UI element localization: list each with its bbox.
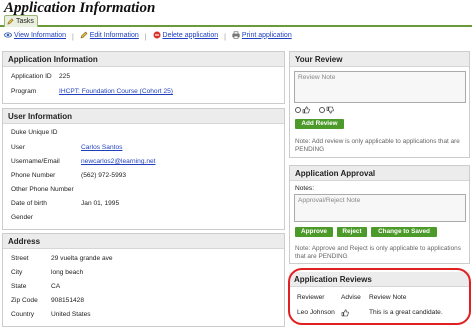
tab-label: Tasks: [16, 18, 34, 25]
thumbs-up-radio[interactable]: [295, 107, 301, 113]
advise-radio-group: [295, 106, 345, 115]
zip-value: 908151428: [51, 297, 85, 304]
approval-note: Note: Approve and Reject is only applica…: [295, 245, 461, 260]
application-information-panel: Application Information Application ID 2…: [2, 51, 285, 104]
add-review-button[interactable]: Add Review: [295, 119, 344, 129]
approve-button[interactable]: Approve: [295, 227, 333, 237]
separator: |: [144, 34, 147, 41]
application-id-label: Application ID: [11, 73, 52, 80]
add-review-note: Note: Add review is only applicable to a…: [295, 138, 460, 153]
view-information-link[interactable]: View Information: [4, 31, 66, 39]
country-label: Country: [11, 311, 35, 318]
your-review-panel: Your Review Review Note Add Review Note:…: [289, 51, 470, 158]
city-label: City: [11, 269, 23, 276]
action-bar: View Information | Edit Information | De…: [4, 31, 296, 41]
reviewer-name: Leo Johnson: [297, 309, 335, 316]
city-value: long beach: [51, 269, 84, 276]
review-note-value: This is a great candidate.: [369, 309, 443, 316]
program-label: Program: [11, 88, 37, 95]
change-to-saved-button[interactable]: Change to Saved: [371, 227, 437, 237]
separator: |: [71, 34, 74, 41]
dob-label: Date of birth: [11, 200, 47, 207]
other-phone-label: Other Phone Number: [11, 186, 74, 193]
reviewer-column-header: Reviewer: [297, 294, 325, 301]
delete-icon: [153, 31, 161, 39]
email-label: Username/Email: [11, 158, 60, 165]
eye-icon: [4, 32, 12, 38]
thumbs-up-icon: [302, 106, 310, 114]
country-value: United States: [51, 311, 91, 318]
user-link[interactable]: Carlos Santos: [81, 144, 122, 151]
duke-id-label: Duke Unique ID: [11, 129, 58, 136]
street-label: Street: [11, 255, 29, 262]
state-value: CA: [51, 283, 61, 290]
panel-heading: User Information: [3, 109, 284, 124]
panel-heading: Address: [3, 234, 284, 249]
phone-label: Phone Number: [11, 172, 56, 179]
panel-heading: Application Approval: [290, 166, 469, 181]
advise-column-header: Advise: [341, 294, 361, 301]
reject-button[interactable]: Reject: [337, 227, 367, 237]
application-id-value: 225: [59, 73, 71, 80]
application-approval-panel: Application Approval Notes: Approval/Rej…: [289, 165, 470, 264]
notes-label: Notes:: [295, 185, 315, 192]
pencil-icon: [7, 18, 14, 25]
dob-value: Jan 01, 1995: [81, 200, 120, 207]
zip-label: Zip Code: [11, 297, 38, 304]
pencil-icon: [80, 31, 88, 39]
user-label: User: [11, 144, 25, 151]
address-panel: Address Street 29 vuelta grande ave City…: [2, 233, 285, 327]
email-link[interactable]: newcarlos2@learning.net: [81, 158, 156, 165]
printer-icon: [232, 31, 240, 39]
panel-heading: Application Information: [3, 52, 284, 67]
separator: |: [224, 34, 226, 41]
street-value: 29 vuelta grande ave: [51, 255, 113, 262]
tab-tasks[interactable]: Tasks: [4, 15, 38, 27]
gender-label: Gender: [11, 214, 33, 221]
panel-heading: Your Review: [290, 52, 469, 67]
thumbs-up-icon: [341, 309, 349, 317]
review-note-textarea[interactable]: Review Note: [294, 71, 466, 103]
tab-bar: Tasks: [0, 15, 472, 27]
program-link[interactable]: IHCPT: Foundation Course (Cohort 25): [59, 88, 173, 95]
user-information-panel: User Information Duke Unique ID User Car…: [2, 108, 285, 230]
review-note-column-header: Review Note: [369, 294, 407, 301]
approval-note-textarea[interactable]: Approval/Reject Note: [294, 194, 466, 222]
edit-information-link[interactable]: Edit Information: [80, 31, 139, 39]
delete-application-link[interactable]: Delete application: [153, 31, 218, 39]
print-application-link[interactable]: Print application: [232, 31, 292, 39]
application-reviews-panel: Application Reviews Reviewer Advise Revi…: [289, 272, 470, 324]
phone-value: (562) 972-5993: [81, 172, 127, 179]
thumbs-down-icon: [326, 106, 334, 114]
thumbs-down-radio[interactable]: [319, 107, 325, 113]
state-label: State: [11, 283, 27, 290]
panel-heading: Application Reviews: [289, 272, 470, 287]
